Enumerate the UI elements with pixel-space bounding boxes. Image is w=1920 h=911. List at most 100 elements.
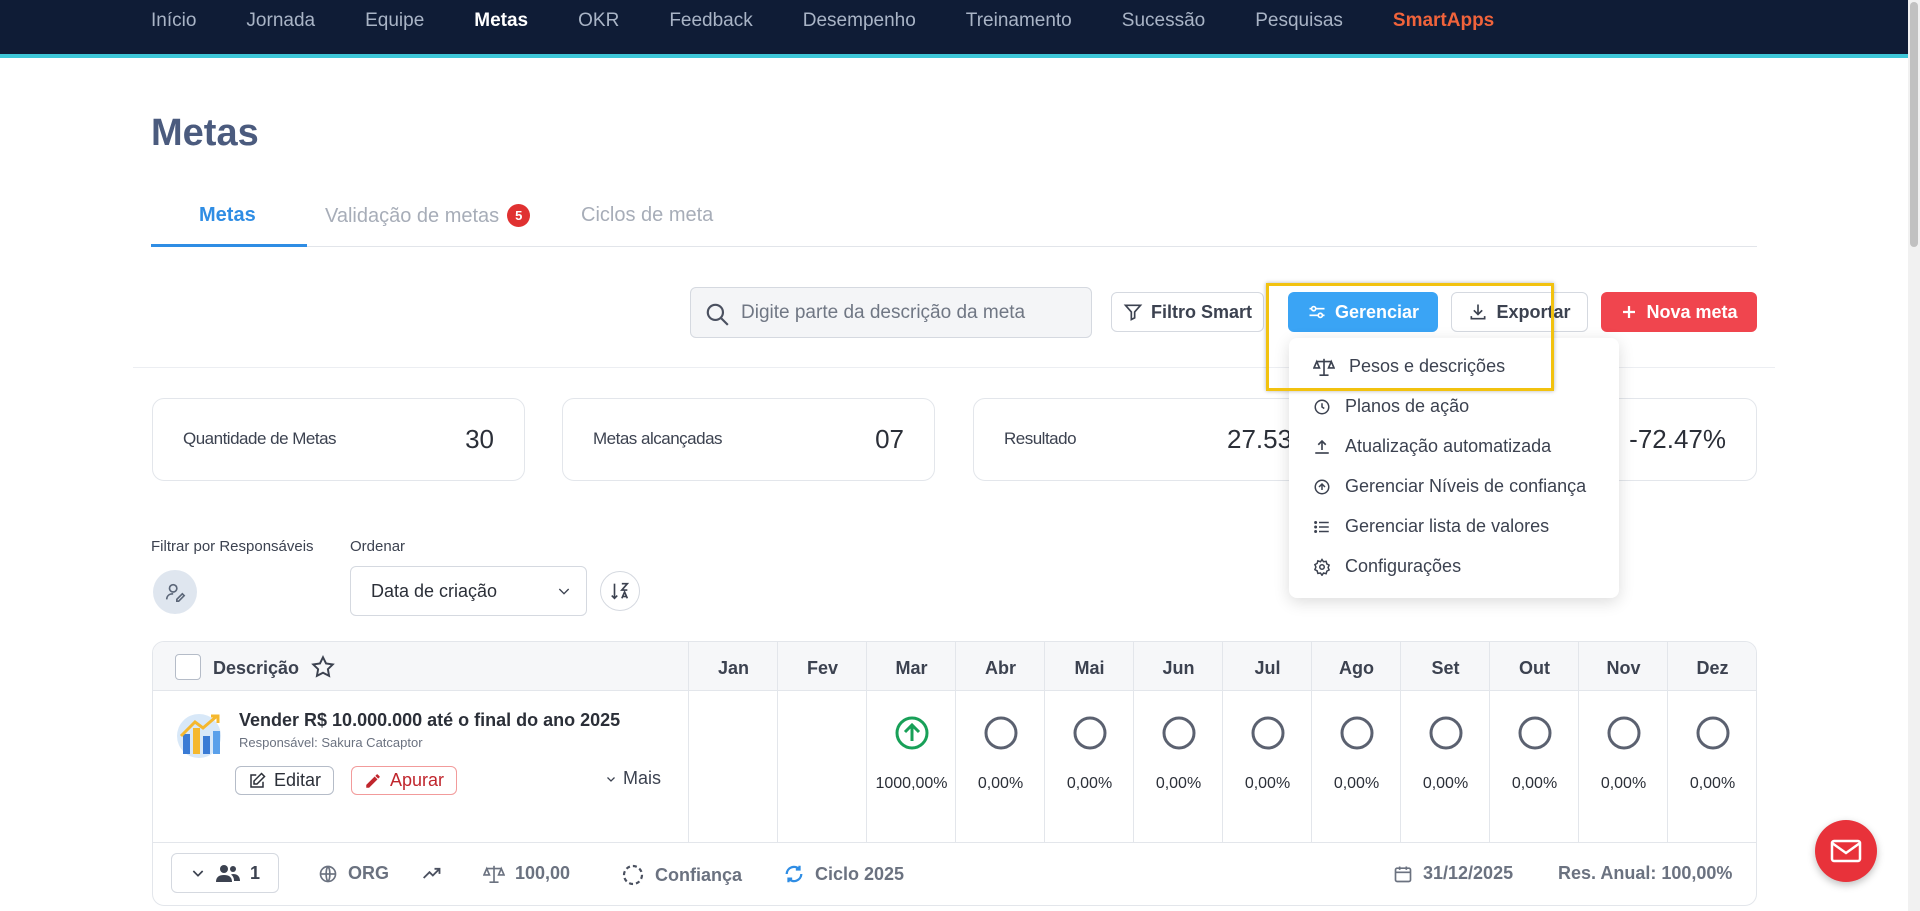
month-header: Jun	[1162, 658, 1195, 678]
menu-item-lista-valores[interactable]: Gerenciar lista de valores	[1313, 516, 1549, 537]
editar-button[interactable]: Editar	[235, 766, 335, 795]
menu-item-configuracoes[interactable]: Configurações	[1313, 556, 1461, 577]
menu-item-pesos-descricoes[interactable]: Pesos e descrições	[1313, 356, 1505, 377]
nav-item-pesquisas[interactable]: Pesquisas	[1255, 10, 1343, 32]
empty-status-circle-icon[interactable]	[1517, 715, 1553, 751]
nav-item-smartapps[interactable]: SmartApps	[1393, 10, 1494, 32]
filtro-smart-button[interactable]: Filtro Smart	[1111, 292, 1264, 332]
header-descricao: Descrição	[213, 658, 300, 678]
month-value: 0,00%	[1600, 775, 1647, 792]
month-col-out: Out 0,00%	[1489, 642, 1578, 842]
dashed-circle-icon	[622, 864, 644, 886]
month-value: 0,00%	[1244, 775, 1291, 792]
star-icon[interactable]	[310, 654, 336, 680]
filtro-smart-label: Filtro Smart	[1150, 301, 1252, 322]
empty-status-circle-icon[interactable]	[1161, 715, 1197, 751]
calendar-icon	[1394, 866, 1412, 882]
gerenciar-button[interactable]: Gerenciar	[1288, 292, 1438, 332]
list-icon	[1314, 520, 1329, 533]
arrow-up-circle-icon[interactable]	[894, 715, 930, 751]
empty-status-circle-icon[interactable]	[1250, 715, 1286, 751]
empty-status-circle-icon[interactable]	[1339, 715, 1375, 751]
users-icon	[215, 865, 240, 882]
ordenar-value: Data de criação	[371, 581, 498, 601]
month-col-abr: Abr 0,00%	[955, 642, 1044, 842]
footer-ciclo[interactable]: Ciclo 2025	[783, 863, 904, 885]
ordenar-select[interactable]: Data de criação	[350, 566, 587, 616]
page-scrollbar[interactable]	[1908, 0, 1920, 911]
scrollbar-thumb[interactable]	[1910, 2, 1918, 247]
mail-icon	[1830, 839, 1862, 863]
empty-status-circle-icon[interactable]	[1428, 715, 1464, 751]
sort-direction-button[interactable]	[600, 571, 640, 611]
empty-status-circle-icon[interactable]	[1695, 715, 1731, 751]
meta-title[interactable]: Vender R$ 10.000.000 até o final do ano …	[239, 710, 620, 731]
exportar-button[interactable]: Exportar	[1451, 292, 1588, 332]
footer-peso: 100,00	[483, 863, 570, 884]
validacao-count-badge: 5	[507, 204, 531, 227]
nav-item-treinamento[interactable]: Treinamento	[966, 10, 1072, 32]
nav-item-feedback[interactable]: Feedback	[669, 10, 752, 32]
contact-mail-button[interactable]	[1815, 820, 1877, 882]
month-header: Ago	[1339, 658, 1374, 678]
month-header: Mar	[895, 658, 928, 678]
empty-status-circle-icon[interactable]	[983, 715, 1019, 751]
month-col-ago: Ago 0,00%	[1311, 642, 1400, 842]
nav-item-jornada[interactable]: Jornada	[246, 10, 315, 32]
month-header: Set	[1431, 658, 1460, 678]
card-variacao-value: -72.47%	[1629, 424, 1726, 454]
user-edit-icon	[165, 583, 186, 602]
sliders-icon	[1309, 305, 1325, 319]
download-icon	[1470, 304, 1486, 320]
tab-validacao-de-metas[interactable]: Validação de metas 5	[325, 204, 531, 228]
month-value: 0,00%	[1689, 775, 1736, 792]
nav-item-inicio[interactable]: Início	[151, 10, 196, 32]
menu-item-planos-acao[interactable]: Planos de ação	[1313, 396, 1469, 417]
search-box	[690, 287, 1092, 338]
empty-status-circle-icon[interactable]	[1072, 715, 1108, 751]
month-col-jun: Jun 0,00%	[1133, 642, 1222, 842]
apurar-label: Apurar	[390, 770, 445, 790]
tab-ciclos-de-meta[interactable]: Ciclos de meta	[581, 204, 713, 227]
upload-icon	[1315, 439, 1329, 454]
responsaveis-toggle[interactable]: 1	[171, 853, 279, 893]
menu-item-label: Gerenciar Níveis de confiança	[1345, 476, 1587, 496]
meta-responsavel: Responsável: Sakura Catcaptor	[239, 735, 423, 750]
responsaveis-filter-button[interactable]	[153, 570, 197, 614]
nav-item-okr[interactable]: OKR	[578, 10, 619, 32]
card-quantidade-value: 30	[465, 424, 494, 454]
metas-table: Descrição Vender R$ 10.000.000 até o fin…	[152, 641, 1757, 906]
menu-item-niveis-confianca[interactable]: Gerenciar Níveis de confiança	[1313, 476, 1586, 497]
menu-item-atualizacao-automatizada[interactable]: Atualização automatizada	[1313, 436, 1551, 457]
search-input[interactable]	[741, 296, 1081, 329]
data-value: 31/12/2025	[1423, 863, 1514, 883]
page-title: Metas	[151, 112, 259, 154]
month-value: 0,00%	[1511, 775, 1558, 792]
meta-footer: 1 ORG 100,00 Confiança Ciclo 2025 31/12/…	[153, 842, 1756, 905]
nav-item-sucessao[interactable]: Sucessão	[1122, 10, 1205, 32]
select-all-checkbox[interactable]	[175, 654, 201, 680]
tab-validacao-label: Validação de metas	[325, 205, 500, 227]
arrow-up-circle-icon	[1314, 479, 1330, 494]
active-tab-indicator	[151, 244, 307, 247]
month-col-mar: Mar 1000,00%	[866, 642, 955, 842]
nav-item-metas[interactable]: Metas	[474, 10, 528, 32]
nav-item-desempenho[interactable]: Desempenho	[803, 10, 916, 32]
nav-item-equipe[interactable]: Equipe	[365, 10, 424, 32]
tab-metas[interactable]: Metas	[199, 204, 256, 227]
month-col-jan: Jan	[688, 642, 777, 842]
editar-label: Editar	[274, 770, 322, 790]
mais-toggle[interactable]: Mais	[605, 768, 661, 789]
month-header: Fev	[806, 658, 839, 678]
peso-value: 100,00	[515, 863, 571, 883]
footer-res-anual: Res. Anual: 100,00%	[1558, 863, 1733, 883]
globe-icon	[319, 865, 337, 882]
trending-up-icon	[423, 867, 441, 879]
card-metas-alcancadas: Metas alcançadas 07	[562, 398, 935, 481]
nova-meta-button[interactable]: Nova meta	[1601, 292, 1757, 332]
footer-confianca[interactable]: Confiança	[621, 863, 742, 887]
apurar-button[interactable]: Apurar	[351, 766, 458, 795]
top-navbar: Início Jornada Equipe Metas OKR Feedback…	[0, 0, 1920, 58]
month-value: 0,00%	[1066, 775, 1113, 792]
empty-status-circle-icon[interactable]	[1606, 715, 1642, 751]
